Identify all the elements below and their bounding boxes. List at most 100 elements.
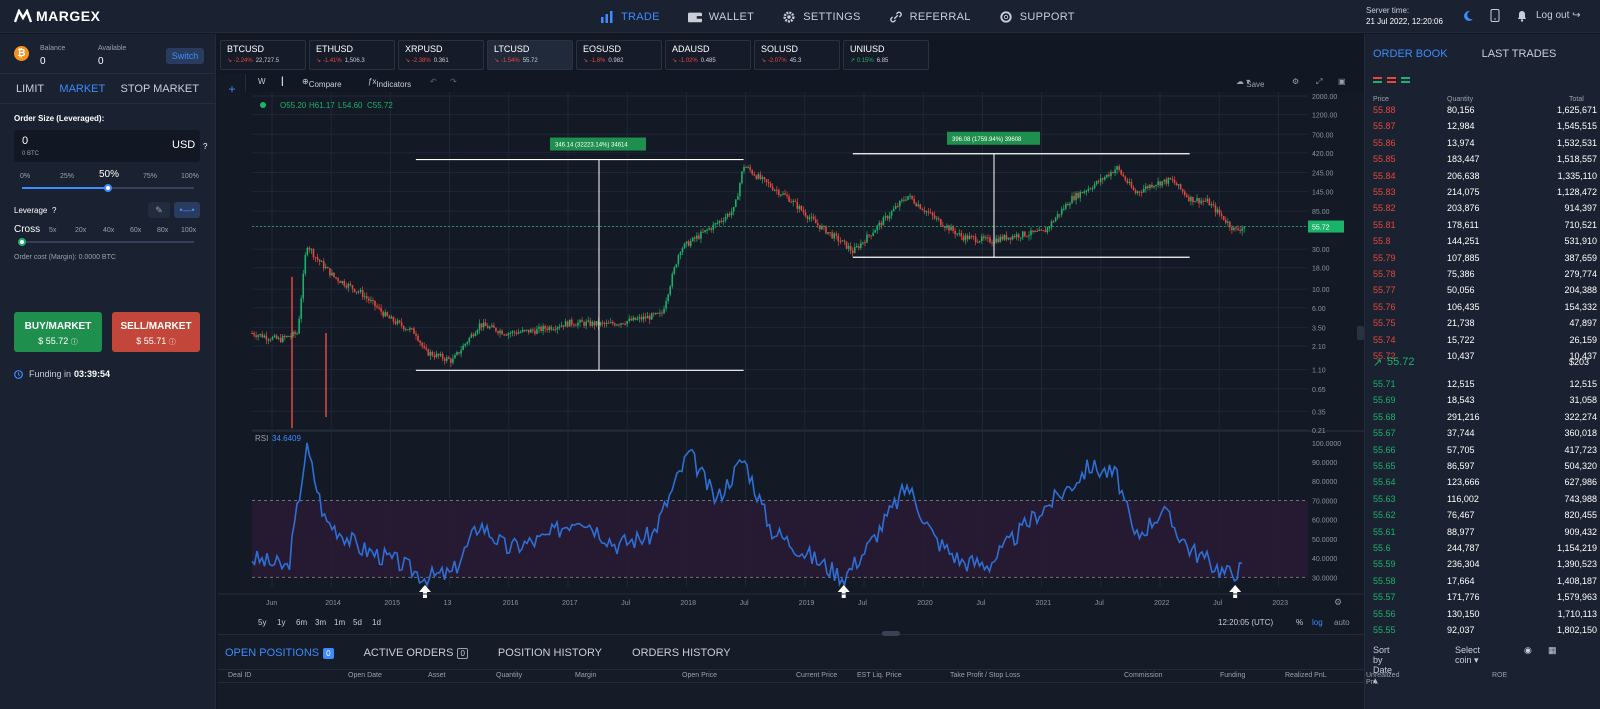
orderbook-row[interactable]: 55.71 12,515 12,515 [1365,376,1600,392]
orderbook-row[interactable]: 55.88 80,156 1,625,671 [1365,102,1600,118]
log-scale-toggle[interactable]: log [1312,618,1323,627]
ticker-ethusd[interactable]: ETHUSD ↘ -1.41% 1,506.3 [309,40,395,70]
nav-trade[interactable]: TRADE [600,10,660,23]
orderbook-row[interactable]: 55.58 17,664 1,408,187 [1365,573,1600,589]
pct-75[interactable]: 75% [143,173,157,180]
switch-button[interactable]: Switch [166,48,204,64]
column-header[interactable]: Open Date [348,672,382,679]
undo-icon[interactable]: ↶ [430,77,437,86]
tab-market[interactable]: MARKET [59,83,105,95]
camera-icon[interactable]: ▣ [1338,77,1346,86]
lev-60x[interactable]: 60x [130,227,141,234]
buy-market-button[interactable]: BUY/MARKET $ 55.72 ⓘ [14,312,102,352]
ticker-solusd[interactable]: SOLUSD ↘ -2.07% 45.3 [754,40,840,70]
column-header[interactable]: Commission [1124,672,1163,679]
save-button[interactable]: ☁ Save ▾ [1236,77,1264,89]
interval-button[interactable]: W [258,77,266,86]
chart-settings-icon[interactable]: ⚙ [1292,77,1299,86]
orderbook-row[interactable]: 55.59 236,304 1,390,523 [1365,556,1600,572]
redo-icon[interactable]: ↷ [450,77,457,86]
timeframe-button[interactable]: 1y [277,618,285,627]
orderbook-row[interactable]: 55.63 116,002 743,988 [1365,491,1600,507]
column-header[interactable]: Open Price [682,672,717,679]
timeframe-button[interactable]: 1m [334,618,345,627]
logout-button[interactable]: Log out ↪ [1536,10,1581,21]
order-size-slider[interactable] [22,184,194,192]
tab-orders-history[interactable]: ORDERS HISTORY [632,647,731,659]
tab-limit[interactable]: LIMIT [16,83,44,95]
book-view-toggles[interactable] [1373,77,1410,83]
axis-settings-icon[interactable]: ⚙ [1334,597,1342,607]
orderbook-row[interactable]: 55.75 21,738 47,897 [1365,315,1600,331]
timeframe-button[interactable]: 1d [372,618,381,627]
column-header[interactable]: Current Price [796,672,837,679]
orderbook-row[interactable]: 55.69 18,543 31,058 [1365,392,1600,408]
pct-0[interactable]: 0% [20,173,30,180]
grid-view-icon[interactable]: ▦ [1548,645,1557,656]
column-header[interactable]: Realized PnL [1285,672,1327,679]
ticker-btcusd[interactable]: BTCUSD ↘ -2.24% 22,727.5 [220,40,306,70]
tab-position-history[interactable]: POSITION HISTORY [498,647,602,659]
orderbook-row[interactable]: 55.6 244,787 1,154,219 [1365,540,1600,556]
orderbook-row[interactable]: 55.81 178,611 710,521 [1365,217,1600,233]
column-header[interactable]: Margin [575,672,596,679]
orderbook-row[interactable]: 55.79 107,885 387,659 [1365,250,1600,266]
leverage-help-icon[interactable]: ? [52,206,56,215]
orderbook-row[interactable]: 55.64 123,666 627,986 [1365,474,1600,490]
timeframe-button[interactable]: 6m [296,618,307,627]
lev-100x[interactable]: 100x [181,227,196,234]
orderbook-row[interactable]: 55.61 88,977 909,432 [1365,524,1600,540]
margex-logo[interactable]: MARGEX [14,8,100,24]
column-header[interactable]: EST Liq. Price [857,672,902,679]
orderbook-row[interactable]: 55.76 106,435 154,332 [1365,299,1600,315]
ticker-uniusd[interactable]: UNIUSD ↗ 0.15% 6.85 [843,40,929,70]
orderbook-row[interactable]: 55.68 291,216 322,274 [1365,409,1600,425]
price-chart[interactable]: 2000.00 1200.00 700.00 420.00 245.00 145.00 85… [218,92,1364,634]
orderbook-row[interactable]: 55.57 171,776 1,579,963 [1365,589,1600,605]
sell-market-button[interactable]: SELL/MARKET $ 55.71 ⓘ [112,312,200,352]
orderbook-row[interactable]: 55.78 75,386 279,774 [1365,266,1600,282]
orderbook-row[interactable]: 55.83 214,075 1,128,472 [1365,184,1600,200]
tab-open-positions[interactable]: OPEN POSITIONS 0 [225,647,334,659]
pct-25[interactable]: 25% [60,173,74,180]
compare-button[interactable]: ⊕ Compare [302,77,342,89]
orderbook-row[interactable]: 55.67 37,744 360,018 [1365,425,1600,441]
tab-order-book[interactable]: ORDER BOOK [1373,48,1448,60]
book-bids-icon[interactable] [1401,77,1410,83]
leverage-knob[interactable] [18,238,26,246]
timeframe-button[interactable]: 5d [353,618,362,627]
orderbook-row[interactable]: 55.8 144,251 531,910 [1365,233,1600,249]
ticker-eosusd[interactable]: EOSUSD ↘ -1.8% 0.982 [576,40,662,70]
orderbook-row[interactable]: 55.77 50,056 204,388 [1365,282,1600,298]
column-header[interactable]: Asset [428,672,446,679]
orderbook-row[interactable]: 55.74 15,722 26,159 [1365,332,1600,348]
orderbook-row[interactable]: 55.87 12,984 1,545,515 [1365,118,1600,134]
candle-style-icon[interactable]: ┃ [280,77,285,86]
orderbook-row[interactable]: 55.62 76,467 820,455 [1365,507,1600,523]
orderbook-row[interactable]: 55.66 57,705 417,723 [1365,442,1600,458]
collapse-panel-handle[interactable] [1357,326,1364,340]
ticker-adausd[interactable]: ADAUSD ↘ -1.02% 0.485 [665,40,751,70]
percent-scale-toggle[interactable]: % [1296,618,1303,627]
lev-40x[interactable]: 40x [103,227,114,234]
orderbook-row[interactable]: 55.65 86,597 504,320 [1365,458,1600,474]
select-coin-dropdown[interactable]: Select coin ▾ [1455,645,1480,666]
orderbook-row[interactable]: 55.85 183,447 1,518,557 [1365,151,1600,167]
column-header[interactable]: Take Profit / Stop Loss [950,672,1020,679]
book-asks-icon[interactable] [1387,77,1396,83]
mobile-icon[interactable] [1490,9,1500,22]
tab-last-trades[interactable]: LAST TRADES [1482,48,1557,60]
pct-100[interactable]: 100% [181,173,199,180]
moon-icon[interactable] [1462,10,1474,22]
auto-scale-toggle[interactable]: auto [1334,618,1350,627]
column-header[interactable]: ROE [1492,672,1507,679]
leverage-slider[interactable] [18,238,194,246]
lev-80x[interactable]: 80x [157,227,168,234]
column-header[interactable]: Unrealized PnL [1366,672,1399,686]
resize-handle[interactable] [882,631,900,636]
eye-toggle-icon[interactable]: ◉ [1524,645,1532,656]
nav-support[interactable]: SUPPORT [999,11,1075,23]
ticker-ltcusd[interactable]: LTCUSD ↘ -1.54% 55.72 [487,40,573,70]
lev-20x[interactable]: 20x [75,227,86,234]
indicators-button[interactable]: ƒx Indicators [368,77,411,89]
